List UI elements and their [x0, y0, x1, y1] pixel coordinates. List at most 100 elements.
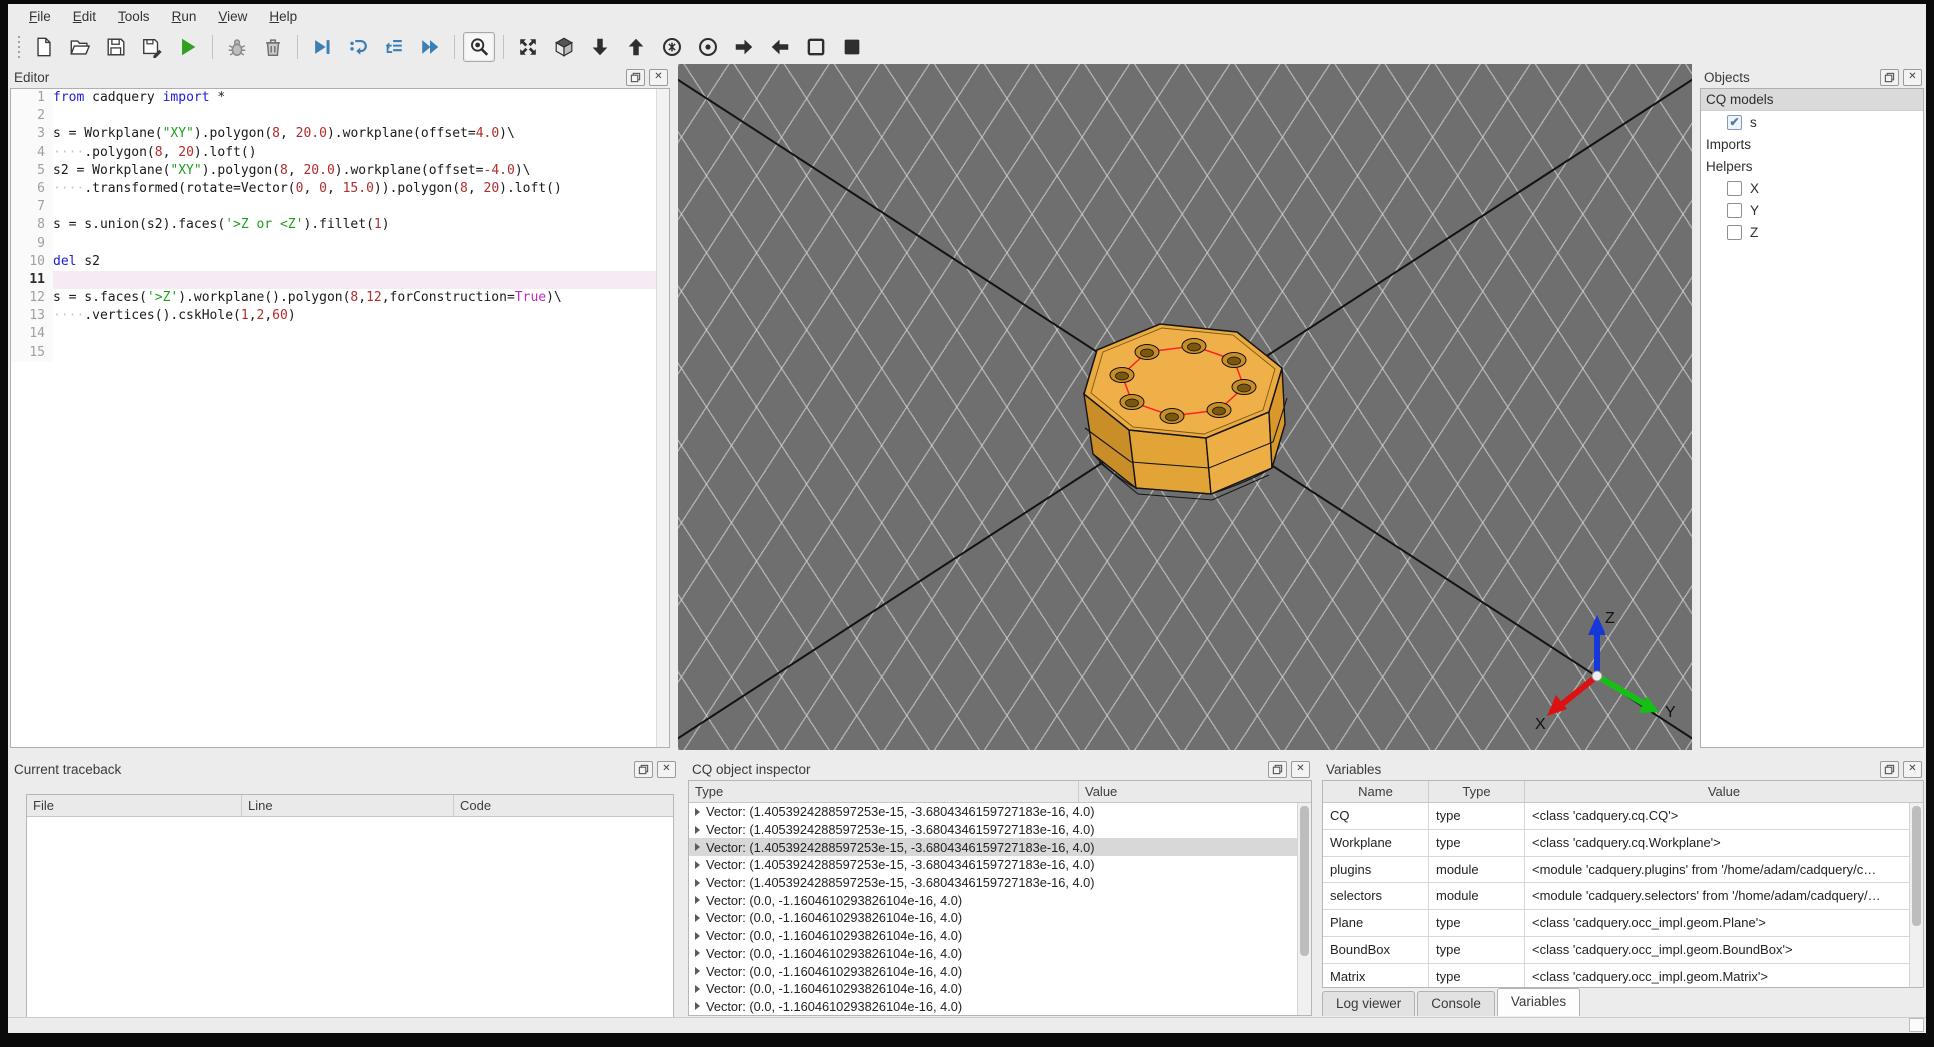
variables-row-boundbox[interactable]: BoundBox type <class 'cadquery.occ_impl.ge… — [1323, 936, 1923, 964]
close-button[interactable]: ✕ — [1903, 760, 1922, 778]
float-button[interactable] — [1268, 760, 1287, 778]
expand-triangle-icon[interactable] — [695, 949, 700, 958]
run-button[interactable] — [172, 32, 204, 62]
fit-all-button[interactable] — [512, 32, 544, 62]
expand-triangle-icon[interactable] — [695, 984, 700, 993]
objects-tree-item-helpers[interactable]: Helpers — [1701, 155, 1923, 177]
inspector-row[interactable]: Vector: (0.0, -1.1604610293826104e-16, 4… — [689, 927, 1298, 945]
inspector-row[interactable]: Vector: (1.4053924288597253e-15, -3.6804… — [689, 803, 1298, 821]
editor-line-6[interactable]: 6 ····.transformed(rotate=Vector(0, 0, 15… — [11, 179, 669, 199]
objects-tree-item-s[interactable]: ✔ s — [1701, 111, 1923, 133]
menu-edit[interactable]: Edit — [62, 6, 107, 27]
variables-col-name[interactable]: Name — [1323, 781, 1429, 802]
editor-line-15[interactable]: 15 — [11, 343, 669, 362]
variables-scrollbar-thumb[interactable] — [1911, 806, 1921, 926]
editor-line-4[interactable]: 4 ····.polygon(8, 20).loft() — [11, 143, 669, 162]
code-editor[interactable]: 1 from cadquery import * 2 3 s = Workplane("… — [10, 88, 670, 748]
inspector-col-type[interactable]: Type — [689, 781, 1079, 802]
view-left-button[interactable] — [764, 32, 796, 62]
inspector-row[interactable]: Vector: (1.4053924288597253e-15, -3.6804… — [689, 874, 1298, 892]
save-as-button[interactable] — [136, 32, 168, 62]
expand-triangle-icon[interactable] — [695, 1002, 700, 1011]
variables-row-selectors[interactable]: selectors module <module 'cadquery.selecto… — [1323, 883, 1923, 911]
traceback-col-line[interactable]: Line — [242, 795, 454, 816]
editor-line-13[interactable]: 13 ····.vertices().cskHole(1,2,60) — [11, 307, 669, 326]
expand-triangle-icon[interactable] — [695, 878, 700, 887]
view-front-button[interactable] — [656, 32, 688, 62]
delete-traces-button[interactable] — [257, 32, 289, 62]
close-button[interactable]: ✕ — [1903, 68, 1922, 86]
shaded-button[interactable] — [836, 32, 868, 62]
tab-log-viewer[interactable]: Log viewer — [1322, 991, 1416, 1016]
open-file-button[interactable] — [64, 32, 96, 62]
3d-viewport[interactable]: Z X Y — [678, 64, 1692, 750]
editor-line-14[interactable]: 14 — [11, 325, 669, 344]
inspector-row[interactable]: Vector: (0.0, -1.1604610293826104e-16, 4… — [689, 962, 1298, 980]
inspector-row[interactable]: Vector: (1.4053924288597253e-15, -3.6804… — [689, 821, 1298, 839]
inspect-button[interactable] — [463, 31, 495, 62]
editor-line-8[interactable]: 8s = s.union(s2).faces('>Z or <Z').fille… — [11, 216, 669, 235]
variables-scrollbar[interactable] — [1909, 803, 1923, 987]
float-button[interactable] — [1880, 760, 1899, 778]
inspector-row[interactable]: Vector: (0.0, -1.1604610293826104e-16, 4… — [689, 891, 1298, 909]
traceback-col-code[interactable]: Code — [454, 795, 673, 816]
editor-line-2[interactable]: 2 — [11, 107, 669, 126]
traceback-col-file[interactable]: File — [27, 795, 242, 816]
toolbar-drag-handle[interactable] — [16, 33, 22, 60]
editor-scrollbar[interactable] — [656, 89, 669, 747]
editor-line-10[interactable]: 10 del s2 — [11, 252, 669, 271]
cad-model-3d[interactable] — [1063, 296, 1303, 524]
debug-button[interactable] — [221, 32, 253, 62]
editor-line-5[interactable]: 5 s2 = Workplane("XY").polygon(8, 20.0).w… — [11, 161, 669, 180]
view-top-button[interactable] — [620, 32, 652, 62]
inspector-row[interactable]: Vector: (0.0, -1.1604610293826104e-16, 4… — [689, 998, 1298, 1015]
editor-line-9[interactable]: 9 — [11, 234, 669, 253]
editor-line-1[interactable]: 1 from cadquery import * — [11, 89, 669, 108]
unchecked-checkbox[interactable] — [1727, 224, 1742, 240]
objects-tree-item-imports[interactable]: Imports — [1701, 133, 1923, 155]
expand-triangle-icon[interactable] — [695, 967, 700, 976]
menu-tools[interactable]: Tools — [107, 6, 161, 27]
checked-checkbox[interactable]: ✔ — [1727, 114, 1742, 130]
tab-console[interactable]: Console — [1417, 991, 1495, 1016]
close-button[interactable]: ✕ — [1291, 760, 1310, 778]
save-button[interactable] — [100, 32, 132, 62]
variables-col-value[interactable]: Value — [1525, 781, 1923, 802]
unchecked-checkbox[interactable] — [1727, 180, 1742, 196]
step-in-button[interactable] — [342, 32, 374, 62]
objects-tree-item-x[interactable]: X — [1701, 177, 1923, 199]
inspector-row[interactable]: Vector: (1.4053924288597253e-15, -3.6804… — [689, 856, 1298, 874]
tab-variables[interactable]: Variables — [1496, 988, 1581, 1016]
inspector-scrollbar[interactable] — [1297, 803, 1311, 1015]
close-button[interactable]: ✕ — [657, 760, 676, 778]
expand-triangle-icon[interactable] — [695, 913, 700, 922]
iso-view-button[interactable] — [548, 32, 580, 62]
variables-row-cq[interactable]: CQ type <class 'cadquery.cq.CQ'> — [1323, 803, 1923, 830]
inspector-row[interactable]: Vector: (0.0, -1.1604610293826104e-16, 4… — [689, 909, 1298, 927]
variables-row-plugins[interactable]: plugins module <module 'cadquery.plugins' … — [1323, 856, 1923, 884]
menu-help[interactable]: Help — [258, 6, 308, 27]
expand-triangle-icon[interactable] — [695, 896, 700, 905]
menu-run[interactable]: Run — [161, 6, 208, 27]
unchecked-checkbox[interactable] — [1727, 202, 1742, 218]
float-button[interactable] — [634, 760, 653, 778]
inspector-row[interactable]: Vector: (0.0, -1.1604610293826104e-16, 4… — [689, 945, 1298, 963]
inspector-table[interactable]: Type Value Vector: (1.4053924288597253e-… — [688, 780, 1312, 1016]
continue-button[interactable] — [414, 32, 446, 62]
resize-grip[interactable] — [1909, 1018, 1924, 1032]
expand-triangle-icon[interactable] — [695, 807, 700, 816]
variables-row-workplane[interactable]: Workplane type <class 'cadquery.cq.Workpla… — [1323, 829, 1923, 857]
inspector-scrollbar-thumb[interactable] — [1299, 806, 1309, 956]
view-back-button[interactable] — [692, 32, 724, 62]
step-button[interactable] — [306, 32, 338, 62]
wireframe-button[interactable] — [800, 32, 832, 62]
float-button[interactable] — [626, 68, 645, 86]
variables-row-matrix[interactable]: Matrix type <class 'cadquery.occ_impl.geom… — [1323, 963, 1923, 987]
view-bottom-button[interactable] — [584, 32, 616, 62]
editor-line-7[interactable]: 7 — [11, 198, 669, 217]
editor-line-12[interactable]: 12 s = s.faces('>Z').workplane().polygon(… — [11, 289, 669, 308]
expand-triangle-icon[interactable] — [695, 931, 700, 940]
new-file-button[interactable] — [28, 32, 60, 62]
view-right-button[interactable] — [728, 32, 760, 62]
inspector-row[interactable]: Vector: (0.0, -1.1604610293826104e-16, 4… — [689, 980, 1298, 998]
